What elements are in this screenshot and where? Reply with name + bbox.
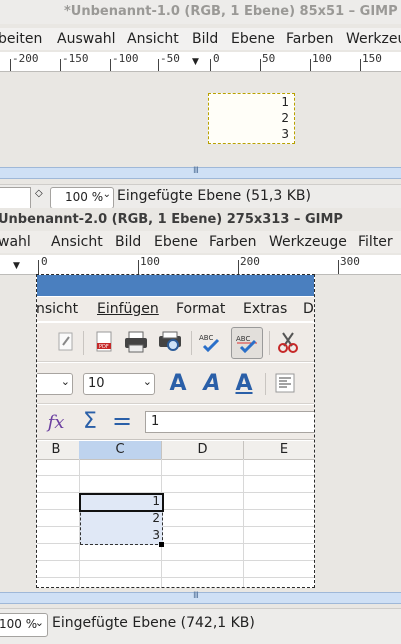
menu-farben[interactable]: Farben [286,31,333,47]
cell-value: 2 [152,511,160,525]
window2-ruler[interactable]: 0 100 200 300 ▼ [0,255,401,275]
menu-auswahl[interactable]: wahl [0,234,31,250]
menu-bild[interactable]: Bild [115,234,141,250]
window2-statusbar: 100 % ⌄ Eingefügte Ebene (742,1 KB) [0,608,401,644]
calc-menubar: nsicht Einfügen Format Extras D [37,297,314,321]
calc-formula-bar: fx Σ = 1 [37,405,314,440]
font-size-dropdown: 10 ⌄ [83,373,155,395]
ruler-pointer-icon: ▼ [13,261,20,271]
menu-werkzeuge[interactable]: Werkzeuge [269,234,347,250]
ruler-label: 300 [340,255,360,268]
column-header-b: B [37,441,80,460]
sum-icon: Σ [83,408,97,434]
window1-divider[interactable]: III [0,166,401,179]
ruler-label: 200 [240,255,260,268]
cell-value: 1 [152,494,160,508]
menu-auswahl[interactable]: Auswahl [57,31,116,47]
canvas-number: 1 [281,95,289,109]
export-pdf-icon: PDF [91,329,117,355]
window2-titlebar[interactable]: Unbenannt-2.0 (RGB, 1 Ebene) 275x313 – G… [0,208,401,232]
underline-icon: A [235,370,253,396]
menu-werkzeuge[interactable]: Werkzeu [346,31,401,47]
ruler-label: 50 [262,52,276,65]
menu-ebene[interactable]: Ebene [154,234,198,250]
window1-statusbar: ◇ 100 % ⌄ Eingefügte Ebene (51,3 KB) [0,184,401,209]
zoom-select[interactable]: 100 % ⌄ [0,613,48,637]
window1-ruler[interactable]: -200 -150 -100 -50 0 50 100 150 ▼ [0,52,401,72]
pasted-layer[interactable]: nsicht Einfügen Format Extras D PDF ABC … [36,274,315,588]
column-header-e: E [244,441,314,460]
cut-icon [275,329,301,355]
italic-icon: A [203,370,221,396]
print-preview-icon [157,329,183,355]
equals-icon: = [111,407,133,435]
calc-titlebar [37,275,314,296]
chevron-down-icon: ⌄ [60,375,70,388]
bold-icon: A [169,370,187,396]
edit-file-icon [53,329,79,355]
align-left-icon [272,370,298,396]
calc-menu-d: D [303,301,314,317]
menu-ebene[interactable]: Ebene [231,31,275,47]
window1-canvas[interactable]: 1 2 3 [0,72,401,167]
layer-boundary: 1 2 3 [208,93,295,144]
menu-filter[interactable]: Filter [358,234,393,250]
ruler-label: 0 [213,52,220,65]
ruler-label: 150 [362,52,382,65]
zoom-select[interactable]: 100 % ⌄ [50,187,114,209]
ruler-label: -200 [12,52,39,65]
canvas-number: 3 [281,127,289,141]
menu-ansicht[interactable]: Ansicht [51,234,103,250]
status-text: Eingefügte Ebene (51,3 KB) [117,188,311,204]
status-text: Eingefügte Ebene (742,1 KB) [52,615,255,631]
print-icon [123,329,149,355]
window1-menubar: beiten Auswahl Ansicht Bild Ebene Farben… [0,28,401,50]
svg-text:PDF: PDF [99,344,109,350]
menu-ansicht[interactable]: Ansicht [127,31,179,47]
window2-title: Unbenannt-2.0 (RGB, 1 Ebene) 275x313 – G… [0,212,343,227]
svg-text:ABC: ABC [236,335,250,343]
ruler-label: 0 [41,255,48,268]
canvas-number: 2 [281,111,289,125]
ruler-pointer-icon: ▼ [192,57,199,67]
menu-bild[interactable]: Bild [192,31,218,47]
window1-titlebar[interactable]: *Unbenannt-1.0 (RGB, 1 Ebene) 85x51 – GI… [0,0,401,24]
calc-toolbar-standard: PDF ABC ABC [37,323,314,362]
unit-stepper-icon[interactable]: ◇ [35,188,43,199]
font-name-dropdown: ⌄ [37,373,73,395]
unit-dropdown[interactable] [0,187,31,209]
calc-menu-extras: Extras [243,301,288,317]
window2-menubar: wahl Ansicht Bild Ebene Farben Werkzeuge… [0,231,401,253]
chevron-down-icon: ⌄ [142,375,152,388]
menu-bearbeiten[interactable]: beiten [0,31,42,47]
column-header-c: C [79,441,162,460]
calc-menu-ansicht: nsicht [36,301,79,317]
function-wizard-icon: fx [47,411,65,433]
calc-toolbar-formatting: ⌄ 10 ⌄ A A A [37,363,314,404]
svg-text:ABC: ABC [199,334,213,342]
column-header-d: D [162,441,244,460]
window1-title: *Unbenannt-1.0 (RGB, 1 Ebene) 85x51 – GI… [64,4,398,19]
fill-handle [159,542,164,547]
ruler-label: -150 [62,52,89,65]
ruler-label: -50 [160,52,180,65]
cell-value: 3 [152,528,160,542]
ruler-label: 100 [312,52,332,65]
ruler-label: -100 [112,52,139,65]
spellcheck-icon: ABC [197,329,223,355]
chevron-down-icon: ⌄ [34,616,44,629]
ruler-label: 100 [140,255,160,268]
autospellcheck-icon: ABC [231,327,263,359]
window2-divider[interactable]: III [0,591,401,604]
chevron-down-icon: ⌄ [102,189,111,200]
menu-farben[interactable]: Farben [209,234,256,250]
formula-input: 1 [145,411,314,433]
calc-menu-einfuegen: Einfügen [97,301,159,317]
calc-menu-format: Format [176,301,226,317]
